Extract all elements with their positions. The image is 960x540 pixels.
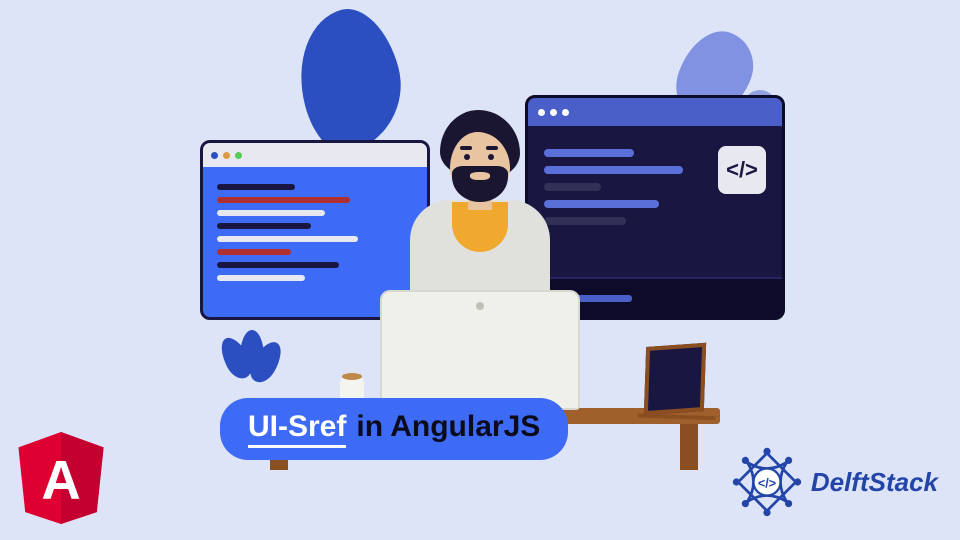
delftstack-text: DelftStack [811,467,938,498]
traffic-dot [223,152,230,159]
title-highlight: UI-Sref [248,410,346,448]
svg-text:</>: </> [758,476,776,490]
delftstack-logo: </> DelftStack [731,446,938,518]
desk-leg [680,420,698,470]
delftstack-badge-icon: </> [731,446,803,518]
angular-letter: A [41,449,80,510]
page-title: UI-Sref in AngularJS [220,398,568,460]
traffic-dot [211,152,218,159]
traffic-dot [235,152,242,159]
title-rest: in AngularJS [356,410,540,444]
code-glyph: </> [726,157,758,183]
angular-logo-icon: A [18,432,104,524]
picture-frame [644,343,706,415]
code-icon: </> [718,146,766,194]
laptop-illustration [380,290,580,410]
